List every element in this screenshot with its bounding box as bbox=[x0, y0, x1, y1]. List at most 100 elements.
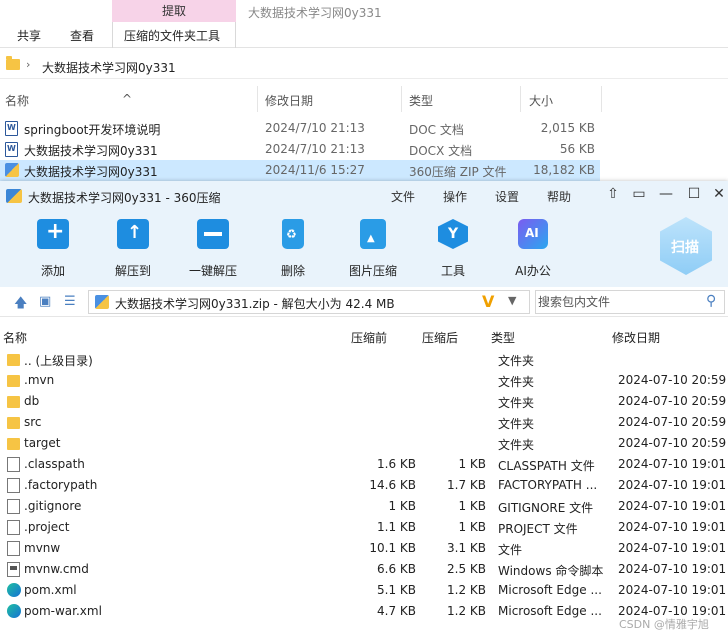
entry-size-before: 1 KB bbox=[388, 499, 416, 513]
file-row[interactable]: 大数据技术学习网0y331 2024/7/10 21:13 DOCX 文档 56… bbox=[0, 139, 600, 160]
file-row-selected[interactable]: 大数据技术学习网0y331 2024/11/6 15:27 360压缩 ZIP … bbox=[0, 160, 600, 181]
file-icon bbox=[7, 499, 20, 514]
watermark: CSDN @情雅宇旭 bbox=[619, 618, 709, 631]
menu-operation[interactable]: 操作 bbox=[443, 188, 467, 205]
entry-size-after: 1.2 KB bbox=[447, 604, 486, 618]
zip-list-row[interactable]: pom.xml 5.1 KB 1.2 KB Microsoft Edge ... 202… bbox=[0, 580, 728, 601]
entry-name: pom.xml bbox=[24, 583, 77, 597]
thumbnail-view-icon[interactable]: ▣ bbox=[39, 294, 51, 309]
column-divider[interactable] bbox=[257, 86, 258, 112]
zip-list-row[interactable]: src 文件夹 2024-07-10 20:59 bbox=[0, 412, 728, 433]
tab-extract[interactable]: 提取 bbox=[112, 0, 236, 22]
entry-type: 文件夹 bbox=[498, 375, 535, 389]
entry-size-after: 3.1 KB bbox=[447, 541, 486, 555]
column-size[interactable]: 大小 bbox=[529, 92, 553, 109]
zip-list-row[interactable]: .gitignore 1 KB 1 KB GITIGNORE 文件 2024-07-10… bbox=[0, 496, 728, 517]
entry-date: 2024-07-10 19:01 bbox=[618, 541, 727, 555]
add-button[interactable]: 添加 bbox=[18, 219, 88, 279]
word-doc-icon bbox=[5, 121, 18, 136]
ai-office-button[interactable]: AI办公 bbox=[498, 219, 568, 279]
column-date[interactable]: 修改日期 bbox=[265, 92, 313, 109]
maximize-icon[interactable]: ☐ bbox=[683, 186, 705, 202]
entry-name: .. (上级目录) bbox=[24, 354, 93, 368]
tab-view[interactable]: 查看 bbox=[70, 27, 94, 44]
column-name[interactable]: 名称 bbox=[5, 92, 29, 109]
entry-size-after: 1 KB bbox=[458, 457, 486, 471]
close-icon[interactable]: ✕ bbox=[708, 186, 728, 202]
zip-list-row[interactable]: .mvn 文件夹 2024-07-10 20:59 bbox=[0, 370, 728, 391]
tab-compressed-folder-tools[interactable]: 压缩的文件夹工具 bbox=[124, 27, 220, 44]
delete-label: 删除 bbox=[280, 264, 305, 278]
column-name[interactable]: 名称 bbox=[3, 329, 27, 346]
entry-date: 2024-07-10 19:01 bbox=[618, 520, 727, 534]
folder-icon bbox=[6, 56, 20, 70]
zip-titlebar[interactable]: 大数据技术学习网0y331 - 360压缩 文件 操作 设置 帮助 ⇧ ▭ — … bbox=[0, 181, 728, 211]
menu-settings[interactable]: 设置 bbox=[495, 188, 519, 205]
entry-date: 2024-07-10 20:59 bbox=[618, 394, 727, 408]
search-input[interactable] bbox=[536, 291, 696, 313]
entry-name: .project bbox=[24, 520, 70, 534]
menu-help[interactable]: 帮助 bbox=[547, 188, 571, 205]
entry-size-before: 6.6 KB bbox=[377, 562, 416, 576]
column-compressed-before[interactable]: 压缩前 bbox=[351, 329, 387, 346]
minimize-icon[interactable]: — bbox=[655, 186, 677, 202]
file-type: DOCX 文档 bbox=[409, 144, 473, 158]
zip-list-row[interactable]: .classpath 1.6 KB 1 KB CLASSPATH 文件 2024-07-… bbox=[0, 454, 728, 475]
delete-button[interactable]: 删除 bbox=[258, 219, 328, 279]
entry-type: 文件夹 bbox=[498, 396, 535, 410]
entry-date: 2024-07-10 19:01 bbox=[618, 583, 727, 597]
extract-to-label: 解压到 bbox=[114, 264, 151, 278]
file-name: 大数据技术学习网0y331 bbox=[24, 165, 158, 179]
scan-button[interactable]: 扫描 bbox=[660, 217, 712, 275]
cmd-script-icon bbox=[7, 562, 20, 577]
entry-name: .factorypath bbox=[24, 478, 98, 492]
archive-search[interactable]: ⚲ bbox=[535, 290, 725, 314]
column-divider[interactable] bbox=[401, 86, 402, 112]
scan-label: 扫描 bbox=[671, 240, 699, 256]
up-arrow-icon[interactable]: 🡅 bbox=[14, 294, 27, 316]
entry-name: .gitignore bbox=[24, 499, 82, 513]
feedback-icon[interactable]: ▭ bbox=[628, 186, 650, 202]
one-click-extract-button[interactable]: 一键解压 bbox=[178, 219, 248, 279]
image-compress-button[interactable]: 图片压缩 bbox=[338, 219, 408, 279]
vip-icon[interactable]: V bbox=[482, 292, 494, 311]
zip-list-row[interactable]: .. (上级目录) 文件夹 bbox=[0, 349, 728, 370]
zip-archive-icon bbox=[5, 163, 19, 177]
entry-size-after: 2.5 KB bbox=[447, 562, 486, 576]
tab-share[interactable]: 共享 bbox=[17, 27, 41, 44]
file-row[interactable]: springboot开发环境说明 2024/7/10 21:13 DOC 文档 … bbox=[0, 118, 600, 139]
list-view-icon[interactable]: ☰ bbox=[64, 294, 76, 309]
column-divider[interactable] bbox=[520, 86, 521, 112]
file-icon bbox=[7, 478, 20, 493]
folder-icon bbox=[7, 417, 20, 429]
entry-date: 2024-07-10 19:01 bbox=[618, 499, 727, 513]
zip-list-row[interactable]: target 文件夹 2024-07-10 20:59 bbox=[0, 433, 728, 454]
search-icon[interactable]: ⚲ bbox=[706, 293, 716, 309]
zip-list-row[interactable]: .factorypath 14.6 KB 1.7 KB FACTORYPATH ...… bbox=[0, 475, 728, 496]
image-compress-label: 图片压缩 bbox=[348, 264, 397, 278]
tools-icon bbox=[438, 219, 468, 249]
column-type[interactable]: 类型 bbox=[491, 329, 515, 346]
archive-path-field[interactable]: 大数据技术学习网0y331.zip - 解包大小为 42.4 MB V ▼ bbox=[88, 290, 530, 314]
zip-list-row[interactable]: .project 1.1 KB 1 KB PROJECT 文件 2024-07-10 1… bbox=[0, 517, 728, 538]
trash-icon bbox=[282, 219, 304, 249]
column-divider[interactable] bbox=[601, 86, 602, 112]
breadcrumb[interactable]: 大数据技术学习网0y331 bbox=[42, 59, 176, 76]
zip-list-row[interactable]: db 文件夹 2024-07-10 20:59 bbox=[0, 391, 728, 412]
skin-icon[interactable]: ⇧ bbox=[602, 186, 624, 202]
tools-button[interactable]: 工具 bbox=[418, 219, 488, 279]
zip-list-row[interactable]: mvnw 10.1 KB 3.1 KB 文件 2024-07-10 19:01 bbox=[0, 538, 728, 559]
address-bar[interactable]: › 大数据技术学习网0y331 bbox=[0, 55, 728, 79]
menu-file[interactable]: 文件 bbox=[391, 188, 415, 205]
extract-to-button[interactable]: 解压到 bbox=[98, 219, 168, 279]
column-compressed-after[interactable]: 压缩后 bbox=[422, 329, 458, 346]
file-size: 18,182 KB bbox=[533, 163, 595, 177]
column-type[interactable]: 类型 bbox=[409, 92, 433, 109]
zip-list-row[interactable]: mvnw.cmd 6.6 KB 2.5 KB Windows 命令脚本 2024-07-… bbox=[0, 559, 728, 580]
column-date[interactable]: 修改日期 bbox=[612, 329, 660, 346]
entry-type: 文件夹 bbox=[498, 438, 535, 452]
chevron-down-icon[interactable]: ▼ bbox=[508, 294, 516, 307]
chevron-right-icon[interactable]: › bbox=[26, 58, 30, 71]
entry-date: 2024-07-10 20:59 bbox=[618, 436, 727, 450]
sort-up-icon: ^ bbox=[122, 92, 133, 106]
